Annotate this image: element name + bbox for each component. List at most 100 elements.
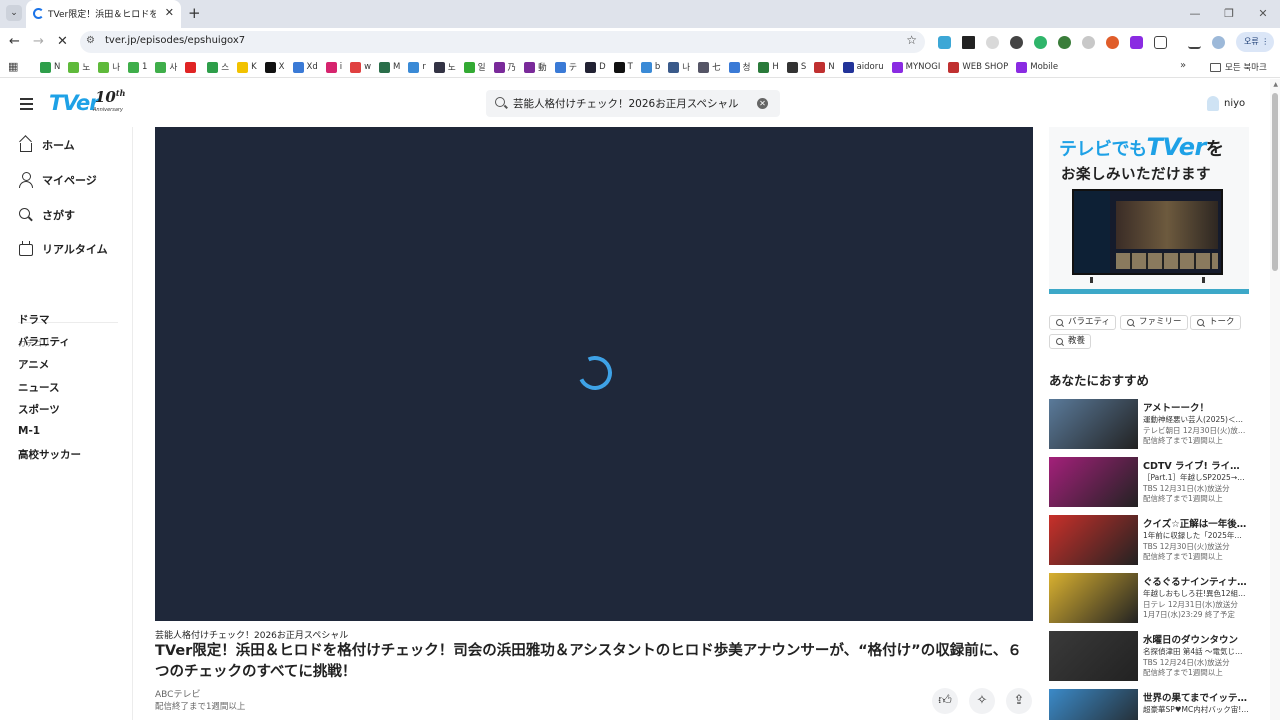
bookmark-item[interactable]: 노 — [64, 56, 94, 78]
category-news[interactable]: ニュース — [18, 380, 59, 395]
recommend-item[interactable]: 世界の果てまでイッテQ！ 超豪華SP♥MC内村バック宙!… — [1049, 689, 1249, 720]
bookmark-item[interactable]: 1 — [124, 56, 151, 78]
recommend-thumbnail[interactable] — [1049, 399, 1138, 449]
minimize-icon[interactable]: — — [1178, 0, 1212, 28]
download-icon[interactable] — [1182, 33, 1206, 51]
like-button[interactable]: 👍︎ — [932, 688, 958, 714]
bookmark-item[interactable] — [181, 56, 203, 78]
scroll-up-icon[interactable]: ▲ — [1273, 81, 1278, 88]
bookmark-item[interactable]: S — [783, 56, 810, 78]
profile-error-button[interactable]: 오류 ⋮ — [1236, 32, 1274, 52]
bookmark-item[interactable]: 사 — [151, 56, 181, 78]
extension-icon[interactable] — [956, 33, 980, 51]
scrollbar-thumb[interactable] — [1272, 93, 1278, 271]
site-info-icon[interactable]: ⚙ — [86, 35, 95, 46]
category-drama[interactable]: ドラマ — [18, 312, 50, 327]
recommend-item[interactable]: ぐるぐるナインティナイン 年越しおもしろ荘!異色12組… 日テレ 12月31日(水)… — [1049, 573, 1249, 625]
bookmark-item[interactable]: 乃 — [490, 56, 521, 78]
extension-icon[interactable] — [1052, 33, 1076, 51]
user-menu[interactable]: niyo — [1207, 96, 1245, 111]
favorite-button[interactable]: ✧ — [969, 688, 995, 714]
bookmark-item[interactable]: M — [375, 56, 404, 78]
promo-banner[interactable]: テレビでもTVerを お楽しみいただけます — [1049, 127, 1249, 294]
apps-grid-icon[interactable]: ▦ — [8, 60, 18, 73]
close-window-icon[interactable]: ✕ — [1246, 0, 1280, 28]
tver-logo[interactable]: TVer 10th Anniversary — [49, 88, 125, 117]
bookmark-item[interactable]: H — [754, 56, 782, 78]
bookmark-item[interactable]: b — [637, 56, 664, 78]
active-tab[interactable]: TVer限定！浜田＆ヒロドを格付け ✕ — [26, 0, 181, 28]
recommend-thumbnail[interactable] — [1049, 515, 1138, 565]
bookmark-item[interactable]: Xd — [289, 56, 322, 78]
extension-icon[interactable] — [980, 33, 1004, 51]
bookmark-star-icon[interactable]: ☆ — [906, 33, 917, 47]
tag-education[interactable]: 教養 — [1049, 334, 1092, 349]
episode-station[interactable]: ABCテレビ — [155, 687, 200, 700]
bookmark-item[interactable]: MYNOGI — [888, 56, 945, 78]
bookmark-item[interactable]: T — [610, 56, 637, 78]
extension-icon[interactable] — [1028, 33, 1052, 51]
video-player[interactable] — [155, 127, 1033, 621]
sidebar-item-mypage[interactable]: マイページ — [18, 172, 97, 188]
bookmark-item[interactable]: D — [581, 56, 610, 78]
bookmark-item[interactable]: 나 — [94, 56, 124, 78]
tag-talk[interactable]: トーク — [1190, 315, 1241, 330]
all-bookmarks-folder[interactable]: 모든 북마크 — [1210, 56, 1267, 78]
bookmark-item[interactable]: K — [233, 56, 261, 78]
tab-search-button[interactable]: ⌄ — [6, 5, 22, 21]
bookmark-item[interactable]: テ — [551, 56, 582, 78]
bookmark-item[interactable]: i — [322, 56, 346, 78]
bookmark-item[interactable]: X — [261, 56, 289, 78]
recommend-thumbnail[interactable] — [1049, 457, 1138, 507]
bookmark-item[interactable]: 스 — [203, 56, 233, 78]
category-variety[interactable]: バラエティ — [18, 334, 70, 349]
new-tab-button[interactable]: + — [188, 4, 201, 22]
profile-avatar-icon[interactable] — [1206, 33, 1230, 51]
bookmark-item[interactable]: 일 — [460, 56, 490, 78]
bookmark-item[interactable]: 動 — [520, 56, 551, 78]
recommend-item[interactable]: CDTV ライブ! ライブ!… ［Part.1］年越しSP2025→2… TBS 1… — [1049, 457, 1249, 509]
clear-search-icon[interactable]: ✕ — [757, 98, 768, 109]
extension-icon[interactable] — [1124, 33, 1148, 51]
recommend-thumbnail[interactable] — [1049, 689, 1138, 720]
hamburger-menu-icon[interactable] — [20, 98, 33, 113]
page-scrollbar[interactable]: ▲ — [1270, 79, 1280, 720]
back-icon[interactable]: ← — [9, 34, 20, 49]
bookmark-item[interactable]: N — [810, 56, 838, 78]
bookmark-item[interactable]: aidoru — [839, 56, 888, 78]
category-high-school-soccer[interactable]: 高校サッカー — [18, 447, 81, 462]
restore-icon[interactable]: ❐ — [1212, 0, 1246, 28]
bookmark-item[interactable]: N — [36, 56, 64, 78]
recommend-thumbnail[interactable] — [1049, 573, 1138, 623]
extensions-puzzle-icon[interactable] — [1148, 33, 1172, 51]
url-text[interactable]: tver.jp/episodes/epshuigox7 — [105, 35, 245, 46]
bookmark-item[interactable]: w — [346, 56, 375, 78]
tag-family[interactable]: ファミリー — [1120, 315, 1188, 330]
sidebar-item-search[interactable]: さがす — [18, 207, 75, 223]
forward-icon[interactable]: → — [33, 34, 44, 49]
bookmark-item[interactable]: 나 — [664, 56, 694, 78]
share-button[interactable]: ⇪ — [1006, 688, 1032, 714]
bookmark-item[interactable]: r — [404, 56, 430, 78]
tab-close-icon[interactable]: ✕ — [165, 6, 174, 19]
recommend-item[interactable]: アメトーーク！ 運動神経悪い芸人(2025)＜年… テレビ朝日 12月30日(火)放… — [1049, 399, 1249, 451]
bookmark-item[interactable]: 노 — [430, 56, 460, 78]
stop-loading-icon[interactable]: ✕ — [57, 34, 68, 49]
recommend-item[interactable]: 水曜日のダウンタウン 名探偵津田 第4話 ～電気じか… TBS 12月24日(水)放… — [1049, 631, 1249, 683]
recommend-thumbnail[interactable] — [1049, 631, 1138, 681]
bookmark-item[interactable]: WEB SHOP — [944, 56, 1012, 78]
bookmark-item[interactable]: Mobile — [1012, 56, 1062, 78]
search-bar[interactable]: 芸能人格付けチェック！2026お正月スペシャル ✕ — [486, 90, 780, 117]
sidebar-item-realtime[interactable]: リアルタイム — [18, 241, 108, 257]
extension-icon[interactable] — [932, 33, 956, 51]
category-sports[interactable]: スポーツ — [18, 402, 60, 417]
extension-icon[interactable] — [1076, 33, 1100, 51]
search-input[interactable]: 芸能人格付けチェック！2026お正月スペシャル — [513, 96, 739, 111]
episode-series-link[interactable]: 芸能人格付けチェック！2026お正月スペシャル — [155, 628, 348, 641]
tag-variety[interactable]: バラエティ — [1049, 315, 1116, 330]
bookmark-item[interactable]: 七 — [694, 56, 725, 78]
category-anime[interactable]: アニメ — [18, 357, 49, 372]
address-bar[interactable]: ⚙ tver.jp/episodes/epshuigox7 ☆ — [80, 31, 925, 53]
extension-icon[interactable] — [1004, 33, 1028, 51]
sidebar-item-home[interactable]: ホーム — [18, 137, 75, 153]
